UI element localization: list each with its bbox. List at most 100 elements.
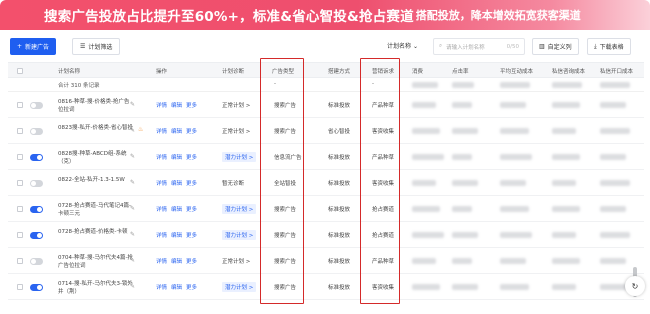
- row-checkbox[interactable]: [17, 154, 23, 160]
- plan-filter-button[interactable]: ☰ 计划筛选: [72, 38, 121, 55]
- more-link[interactable]: 更多: [186, 285, 197, 291]
- detail-link[interactable]: 详情: [156, 285, 167, 291]
- blurred-value: [552, 128, 576, 134]
- edit-pencil-icon[interactable]: ✎: [130, 231, 135, 238]
- plan-name-link[interactable]: 0822-全站-私开-1.3-1.5W: [58, 176, 134, 184]
- row-toggle[interactable]: [30, 128, 43, 135]
- blurred-value: [452, 180, 478, 186]
- detail-link[interactable]: 详情: [156, 233, 167, 239]
- detail-link[interactable]: 详情: [156, 155, 167, 161]
- diagnosis-tag[interactable]: 暂无诊断: [222, 179, 244, 187]
- col-name[interactable]: 计划名称: [58, 67, 80, 75]
- blurred-value: [500, 82, 530, 88]
- diagnosis-tag[interactable]: 潜力计划 >: [222, 282, 257, 292]
- col-clicks[interactable]: 点击率: [452, 67, 469, 75]
- diagnosis-tag[interactable]: 潜力计划 >: [222, 152, 257, 162]
- edit-link[interactable]: 编辑: [171, 207, 182, 213]
- col-avg-cost[interactable]: 平均互动成本: [500, 67, 533, 75]
- diagnosis-tag[interactable]: 潜力计划 >: [222, 230, 257, 240]
- detail-link[interactable]: 详情: [156, 181, 167, 187]
- plan-name-link[interactable]: 0704-种草-搜-马尔代夫4篇-抢广告位拉词: [58, 254, 134, 270]
- row-toggle[interactable]: [30, 180, 43, 187]
- edit-link[interactable]: 编辑: [171, 259, 182, 265]
- build-mode-cell: 标准投放: [328, 285, 351, 291]
- more-link[interactable]: 更多: [186, 155, 197, 161]
- custom-columns-label: 自定义列: [547, 44, 572, 51]
- blurred-value: [452, 284, 478, 290]
- edit-pencil-icon[interactable]: ✎: [130, 127, 135, 134]
- custom-columns-button[interactable]: ▥ 自定义列: [532, 38, 579, 55]
- col-open-cost[interactable]: 私信开口成本: [600, 67, 633, 75]
- blurred-value: [412, 82, 438, 88]
- edit-pencil-icon[interactable]: ✎: [130, 179, 135, 186]
- edit-link[interactable]: 编辑: [171, 233, 182, 239]
- download-table-button[interactable]: ⤓ 下载表格: [587, 38, 631, 55]
- search-input[interactable]: ⌕ 请输入计划名称 0/50: [433, 38, 525, 55]
- row-checkbox[interactable]: [17, 180, 23, 186]
- more-link[interactable]: 更多: [186, 259, 197, 265]
- search-count: 0/50: [506, 43, 519, 50]
- select-all-checkbox[interactable]: [17, 68, 23, 74]
- col-diag[interactable]: 计划诊断: [222, 67, 244, 75]
- row-checkbox[interactable]: [17, 232, 23, 238]
- refresh-float-button[interactable]: ↻: [625, 276, 645, 296]
- blurred-value: [412, 102, 436, 108]
- diagnosis-tag[interactable]: 潜力计划 >: [222, 204, 257, 214]
- detail-link[interactable]: 详情: [156, 259, 167, 265]
- row-checkbox[interactable]: [17, 128, 23, 134]
- row-toggle[interactable]: [30, 154, 43, 161]
- edit-pencil-icon[interactable]: ✎: [130, 101, 135, 108]
- row-checkbox[interactable]: [17, 284, 23, 290]
- row-toggle[interactable]: [30, 102, 43, 109]
- diagnosis-tag[interactable]: 正常计划 >: [222, 257, 250, 265]
- edit-link[interactable]: 编辑: [171, 181, 182, 187]
- edit-link[interactable]: 编辑: [171, 285, 182, 291]
- blurred-value: [552, 206, 580, 212]
- edit-pencil-icon[interactable]: ✎: [130, 257, 135, 264]
- plan-name-link[interactable]: 0828搜-种草-ABCD组-系统（克）: [58, 150, 134, 166]
- diagnosis-tag[interactable]: 正常计划 >: [222, 101, 250, 109]
- detail-link[interactable]: 详情: [156, 207, 167, 213]
- edit-link[interactable]: 编辑: [171, 103, 182, 109]
- more-link[interactable]: 更多: [186, 181, 197, 187]
- col-cost[interactable]: 消费: [412, 67, 423, 75]
- blurred-value: [412, 258, 436, 264]
- row-checkbox[interactable]: [17, 206, 23, 212]
- more-link[interactable]: 更多: [186, 103, 197, 109]
- row-toggle[interactable]: [30, 206, 43, 213]
- plan-name-link[interactable]: 0714-搜-私开-马尔代夫3-锁外井（荆）: [58, 280, 134, 296]
- row-toggle[interactable]: [30, 258, 43, 265]
- edit-link[interactable]: 编辑: [171, 155, 182, 161]
- table-row: 0822-全站-私开-1.3-1.5W ✎ 详情 编辑 更多 暂无诊断 全站智投 标…: [8, 170, 644, 196]
- blurred-value: [552, 232, 576, 238]
- search-field-select[interactable]: 计划名称 ⌄: [387, 41, 418, 50]
- row-checkbox[interactable]: [17, 258, 23, 264]
- build-mode-cell: 标准投放: [328, 207, 351, 213]
- edit-pencil-icon[interactable]: ✎: [130, 153, 135, 160]
- detail-link[interactable]: 详情: [156, 103, 167, 109]
- plan-name-link[interactable]: 0823搜-私开-价格类-省心智投: [58, 124, 134, 132]
- more-link[interactable]: 更多: [186, 129, 197, 135]
- edit-link[interactable]: 编辑: [171, 129, 182, 135]
- col-msg-cost[interactable]: 私信咨询成本: [552, 67, 585, 75]
- row-checkbox[interactable]: [17, 102, 23, 108]
- blurred-value: [500, 128, 529, 134]
- build-mode-cell: 标准投放: [328, 181, 351, 187]
- plan-name-link[interactable]: 0728-抢占赛道-马代笔记4篇-卡顿三元: [58, 202, 134, 218]
- plan-name-link[interactable]: 0816-种草-搜-价格类-抢广告位拉词: [58, 98, 134, 114]
- blurred-value: [552, 258, 580, 264]
- new-ad-button[interactable]: + 新建广告: [10, 38, 57, 55]
- more-link[interactable]: 更多: [186, 207, 197, 213]
- col-mode[interactable]: 搭建方式: [328, 67, 350, 75]
- edit-pencil-icon[interactable]: ✎: [130, 205, 135, 212]
- row-actions: 详情 编辑 更多: [156, 231, 201, 239]
- diagnosis-tag[interactable]: 正常计划 >: [222, 127, 250, 135]
- edit-pencil-icon[interactable]: ✎: [130, 283, 135, 290]
- blurred-value: [412, 206, 440, 212]
- more-link[interactable]: 更多: [186, 233, 197, 239]
- row-toggle[interactable]: [30, 284, 43, 291]
- row-toggle[interactable]: [30, 232, 43, 239]
- plan-name-link[interactable]: 0728-抢占赛道-价格类-卡顿: [58, 228, 134, 236]
- blurred-value: [412, 154, 444, 160]
- detail-link[interactable]: 详情: [156, 129, 167, 135]
